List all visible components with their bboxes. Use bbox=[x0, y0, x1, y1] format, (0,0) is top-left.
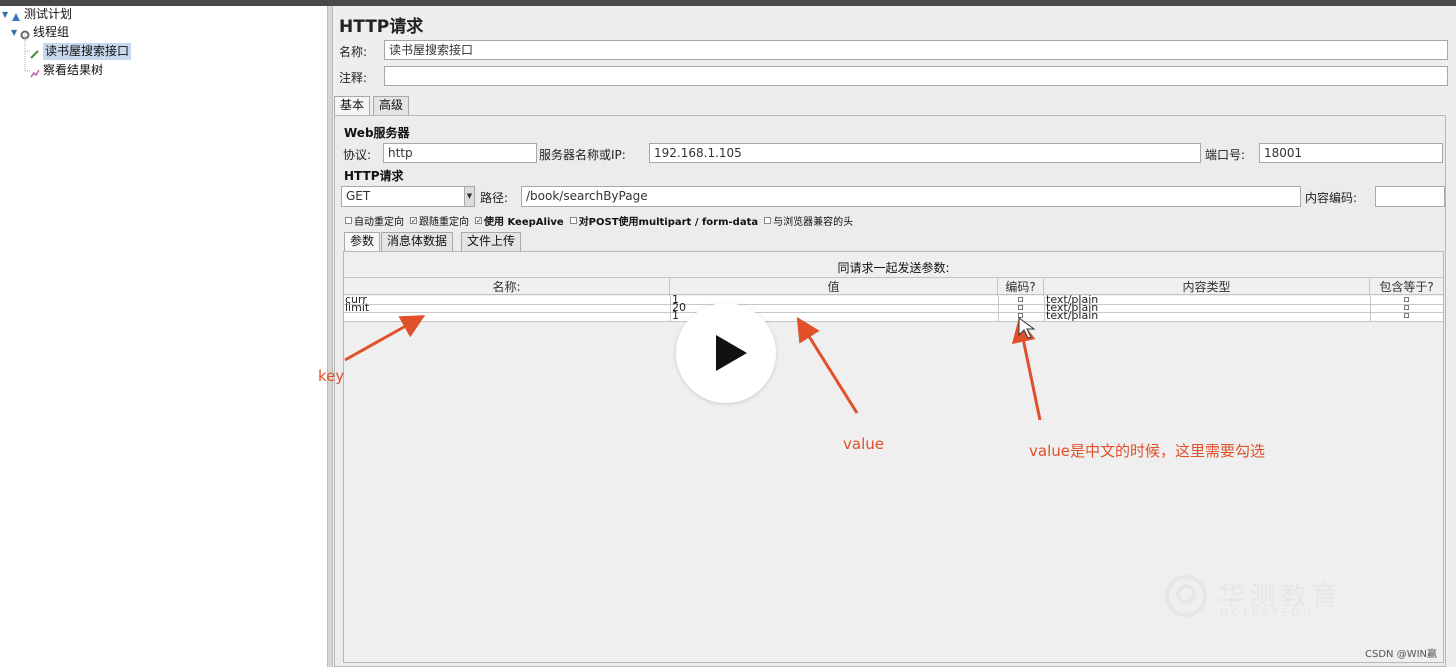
logo-icon bbox=[1165, 575, 1207, 617]
key-arrow bbox=[344, 315, 426, 362]
play-icon[interactable] bbox=[676, 303, 776, 403]
encode-annotation: value是中文的时候，这里需要勾选 bbox=[1029, 442, 1265, 460]
logo-subtext: HCTESTEDU bbox=[1220, 606, 1314, 619]
value-annotation: value bbox=[843, 435, 884, 453]
key-annotation: key bbox=[318, 367, 345, 385]
value-arrow bbox=[796, 316, 859, 414]
encode-arrow bbox=[1011, 318, 1042, 421]
credit-text: CSDN @WIN赢 bbox=[1365, 649, 1438, 660]
